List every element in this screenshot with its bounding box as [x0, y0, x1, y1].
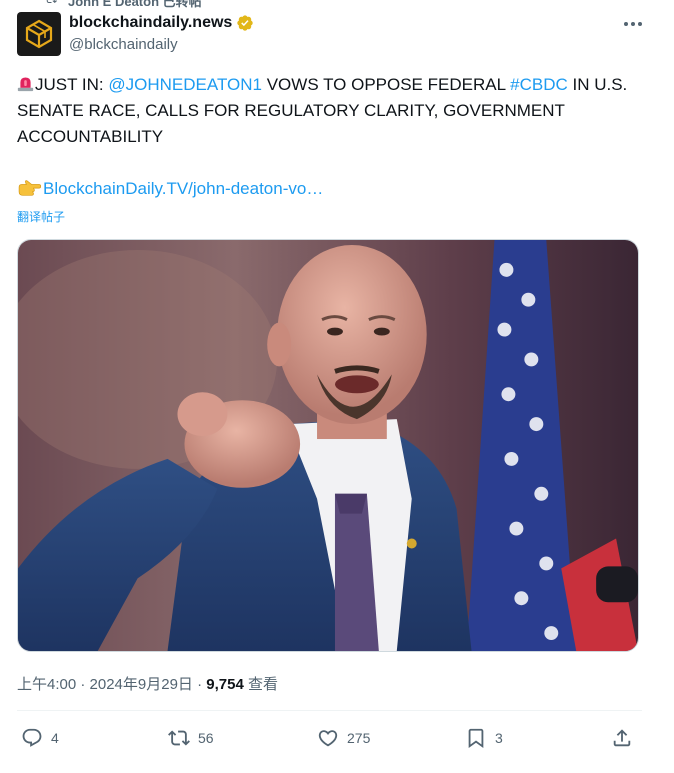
author-handle[interactable]: @blckchaindaily	[69, 36, 178, 53]
bookmark-icon	[468, 728, 484, 749]
reply-icon	[22, 728, 42, 747]
mention-link[interactable]: @JOHNEDEATON1	[108, 75, 262, 94]
hashtag-link[interactable]: #CBDC	[510, 75, 568, 94]
tweet-prefix: JUST IN:	[35, 75, 109, 94]
pointing-hand-icon	[18, 180, 41, 196]
tweet-header: blockchaindaily.news @blckchaindaily	[17, 12, 657, 58]
speaker-photo	[18, 240, 638, 651]
avatar[interactable]	[17, 12, 61, 56]
reply-button[interactable]: 4	[21, 724, 59, 752]
verified-badge-icon	[237, 15, 253, 31]
views-count: 9,754	[206, 676, 244, 693]
like-count: 275	[347, 730, 371, 746]
views-label: 查看	[243, 676, 278, 693]
bookmark-count: 3	[495, 730, 503, 746]
url-line: BlockchainDaily.TV/john-deaton-vo…	[17, 177, 323, 201]
repost-attribution[interactable]: John E Deaton 已转帖	[68, 0, 202, 10]
retweet-button[interactable]: 56	[168, 724, 214, 752]
more-button[interactable]	[621, 16, 645, 32]
more-icon	[624, 22, 628, 26]
bookmark-button[interactable]: 3	[465, 724, 503, 752]
tweet-image[interactable]	[17, 239, 639, 652]
repost-icon	[46, 0, 57, 4]
tweet-meta: 上午4:00 · 2024年9月29日 · 9,754 查看	[17, 673, 278, 694]
action-bar: 4 56 275 3	[17, 724, 639, 752]
retweet-count: 56	[198, 730, 214, 746]
like-icon	[318, 730, 338, 747]
like-button[interactable]: 275	[317, 724, 370, 752]
reply-count: 4	[51, 730, 59, 746]
share-icon	[613, 729, 631, 747]
translate-post-link[interactable]: 翻译帖子	[17, 208, 65, 225]
divider	[17, 710, 642, 711]
share-button[interactable]	[611, 724, 633, 752]
timestamp[interactable]: 上午4:00 · 2024年9月29日 ·	[17, 676, 206, 693]
article-link[interactable]: BlockchainDaily.TV/john-deaton-vo…	[43, 177, 323, 201]
siren-emoji-icon	[17, 77, 34, 92]
tweet-text-mid: VOWS TO OPPOSE FEDERAL	[261, 75, 511, 94]
retweet-icon	[168, 730, 190, 746]
author-display-name[interactable]: blockchaindaily.news	[69, 14, 232, 32]
tweet-text: JUST IN: @JOHNEDEATON1 VOWS TO OPPOSE FE…	[17, 72, 647, 150]
blockchain-logo-icon	[25, 19, 53, 49]
author-name-row[interactable]: blockchaindaily.news	[69, 14, 254, 32]
